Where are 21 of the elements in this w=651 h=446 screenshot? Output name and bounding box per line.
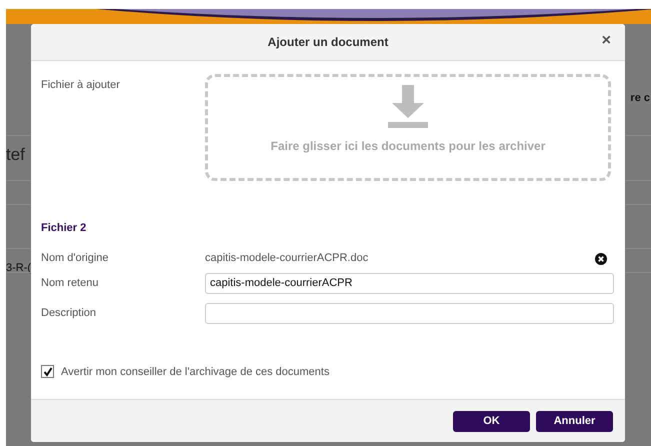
dialog-title: Ajouter un document xyxy=(268,34,388,51)
field-label: Nom retenu xyxy=(41,276,100,291)
name-field[interactable]: capitis-modele-courrierACPR xyxy=(205,272,614,294)
page-text: re c xyxy=(630,91,650,106)
file-name: capitis-modele-courrierACPR.doc xyxy=(205,251,370,266)
close-button[interactable]: × xyxy=(602,33,611,49)
field-label: Fichier à ajouter xyxy=(41,78,121,93)
checkbox-label: Avertir mon conseiller de l'archivage de ces documents xyxy=(61,364,330,380)
field-label: Nom d'origine xyxy=(41,251,110,266)
description-field[interactable] xyxy=(205,302,614,324)
remove-icon[interactable] xyxy=(595,252,607,264)
check-icon xyxy=(42,366,52,377)
cancel-button[interactable]: Annuler xyxy=(536,410,613,432)
download-icon xyxy=(388,85,428,128)
page-title: tef xyxy=(6,144,25,164)
field-label: Description xyxy=(41,306,98,321)
notify-checkbox[interactable] xyxy=(41,365,54,378)
ok-button[interactable]: OK xyxy=(453,410,530,432)
page-link[interactable]: 3-R-( xyxy=(6,262,32,274)
drop-zone-text: Faire glisser ici les documents pour les archiver xyxy=(270,138,546,155)
section-heading: Fichier 2 xyxy=(41,221,86,236)
